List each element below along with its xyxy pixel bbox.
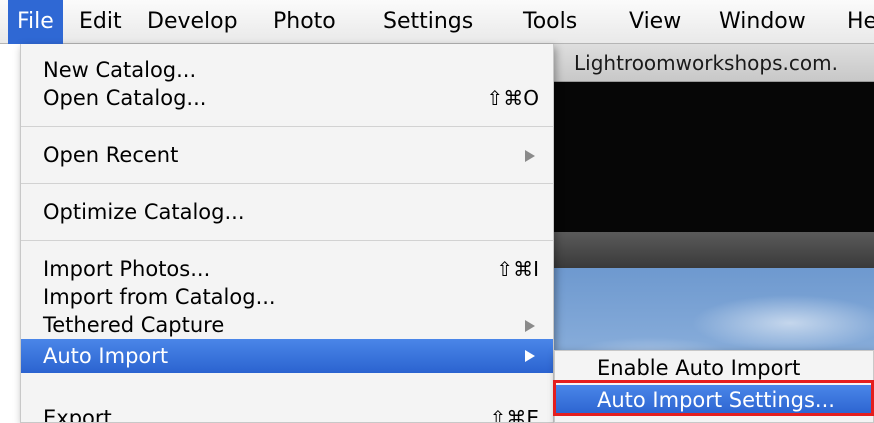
auto-import-submenu: Enable Auto Import Auto Import Settings.… (554, 350, 874, 423)
menu-item-label: Open Catalog... (43, 86, 207, 110)
submenu-item-auto-import-settings[interactable]: Auto Import Settings... (555, 385, 874, 415)
menu-tools[interactable]: Tools (514, 0, 586, 44)
menu-develop[interactable]: Develop (138, 0, 247, 44)
menu-help[interactable]: He (838, 0, 874, 44)
menu-separator (21, 183, 553, 184)
menu-item-label: Import Photos... (43, 257, 211, 281)
file-menu: New Catalog... Open Catalog... ⇧⌘O Open … (20, 44, 554, 423)
menu-separator (21, 126, 553, 127)
menu-edit[interactable]: Edit (70, 0, 131, 44)
submenu-item-label: Auto Import Settings... (597, 388, 835, 412)
window-toolbar-strip (530, 232, 874, 268)
menu-item-new-catalog[interactable]: New Catalog... (21, 56, 553, 84)
menu-item-label: Export (43, 406, 112, 423)
shortcut-label: ⇧⌘E (489, 406, 539, 423)
window-titlebar: Lightroomworkshops.com. (530, 44, 874, 82)
menu-item-tethered-capture[interactable]: Tethered Capture (21, 311, 553, 339)
window-top-panel (530, 82, 874, 232)
submenu-arrow-icon (525, 150, 535, 162)
menu-item-optimize-catalog[interactable]: Optimize Catalog... (21, 198, 553, 226)
menu-bar: File Edit Develop Photo Settings Tools V… (0, 0, 874, 44)
menu-item-import-from-catalog[interactable]: Import from Catalog... (21, 283, 553, 311)
submenu-arrow-icon (525, 350, 535, 362)
menu-item-open-recent[interactable]: Open Recent (21, 141, 553, 169)
submenu-arrow-icon (525, 320, 535, 332)
shortcut-label: ⇧⌘O (486, 86, 540, 110)
menu-window[interactable]: Window (710, 0, 815, 44)
window-title: Lightroomworkshops.com. (574, 51, 838, 75)
menu-item-open-catalog[interactable]: Open Catalog... ⇧⌘O (21, 84, 553, 112)
menu-settings[interactable]: Settings (374, 0, 482, 44)
menu-item-label: Auto Import (43, 344, 169, 368)
menu-item-import-photos[interactable]: Import Photos... ⇧⌘I (21, 255, 553, 283)
menu-photo[interactable]: Photo (264, 0, 345, 44)
submenu-item-enable-auto-import[interactable]: Enable Auto Import (555, 353, 874, 383)
menu-item-export[interactable]: Export ⇧⌘E (21, 404, 553, 423)
menu-view[interactable]: View (620, 0, 690, 44)
menu-item-label: Import from Catalog... (43, 285, 276, 309)
menu-file[interactable]: File (8, 0, 63, 44)
shortcut-label: ⇧⌘I (496, 257, 539, 281)
menu-item-label: Optimize Catalog... (43, 200, 245, 224)
menu-item-label: Open Recent (43, 143, 179, 167)
menu-separator (21, 240, 553, 241)
menu-item-label: New Catalog... (43, 58, 197, 82)
menu-item-auto-import[interactable]: Auto Import (21, 339, 553, 373)
menu-item-label: Tethered Capture (43, 313, 225, 337)
submenu-item-label: Enable Auto Import (597, 356, 801, 380)
